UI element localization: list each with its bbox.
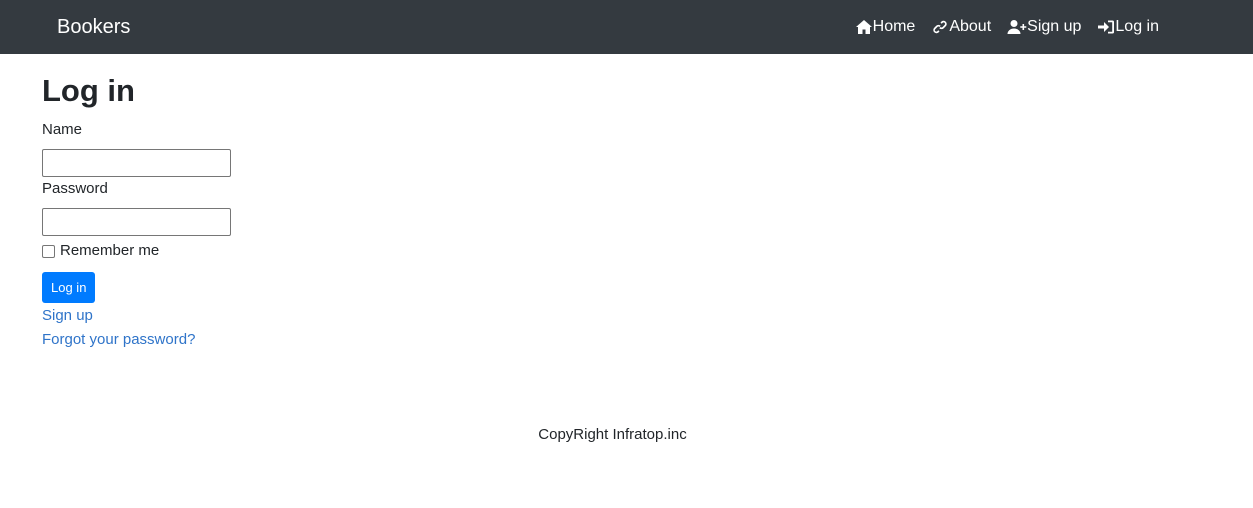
nav-about-link[interactable]: About xyxy=(931,16,991,38)
password-label: Password xyxy=(42,180,108,197)
name-field[interactable] xyxy=(42,149,231,177)
password-field[interactable] xyxy=(42,208,231,236)
nav-home-label: Home xyxy=(872,18,916,35)
login-form: Log in Name Password Remember me Log in … xyxy=(42,70,231,351)
user-plus-icon xyxy=(1007,19,1027,35)
link-icon xyxy=(931,19,949,35)
page-title: Log in xyxy=(42,73,135,108)
signup-link[interactable]: Sign up xyxy=(42,305,231,327)
nav-signup-link[interactable]: Sign up xyxy=(1007,16,1081,38)
home-icon xyxy=(855,19,873,35)
nav-signup-label: Sign up xyxy=(1027,18,1082,35)
navbar: Bookers Home About Sign up Log in xyxy=(0,0,1253,54)
remember-me-checkbox[interactable] xyxy=(42,244,55,258)
nav-login-label: Log in xyxy=(1115,18,1159,35)
nav-login-link[interactable]: Log in xyxy=(1097,16,1159,38)
nav-home-link[interactable]: Home xyxy=(855,16,916,38)
remember-me-row: Remember me xyxy=(42,240,231,262)
forgot-password-link[interactable]: Forgot your password? xyxy=(42,329,231,351)
sign-in-icon xyxy=(1097,19,1115,35)
nav-about-label: About xyxy=(949,18,992,35)
remember-me-label: Remember me xyxy=(60,242,160,259)
name-label: Name xyxy=(42,121,83,138)
login-button[interactable]: Log in xyxy=(42,272,96,303)
nav-links: Home About Sign up Log in xyxy=(855,16,1159,38)
brand-link[interactable]: Bookers xyxy=(57,14,130,40)
footer-copyright: CopyRight Infratop.inc xyxy=(538,426,687,443)
